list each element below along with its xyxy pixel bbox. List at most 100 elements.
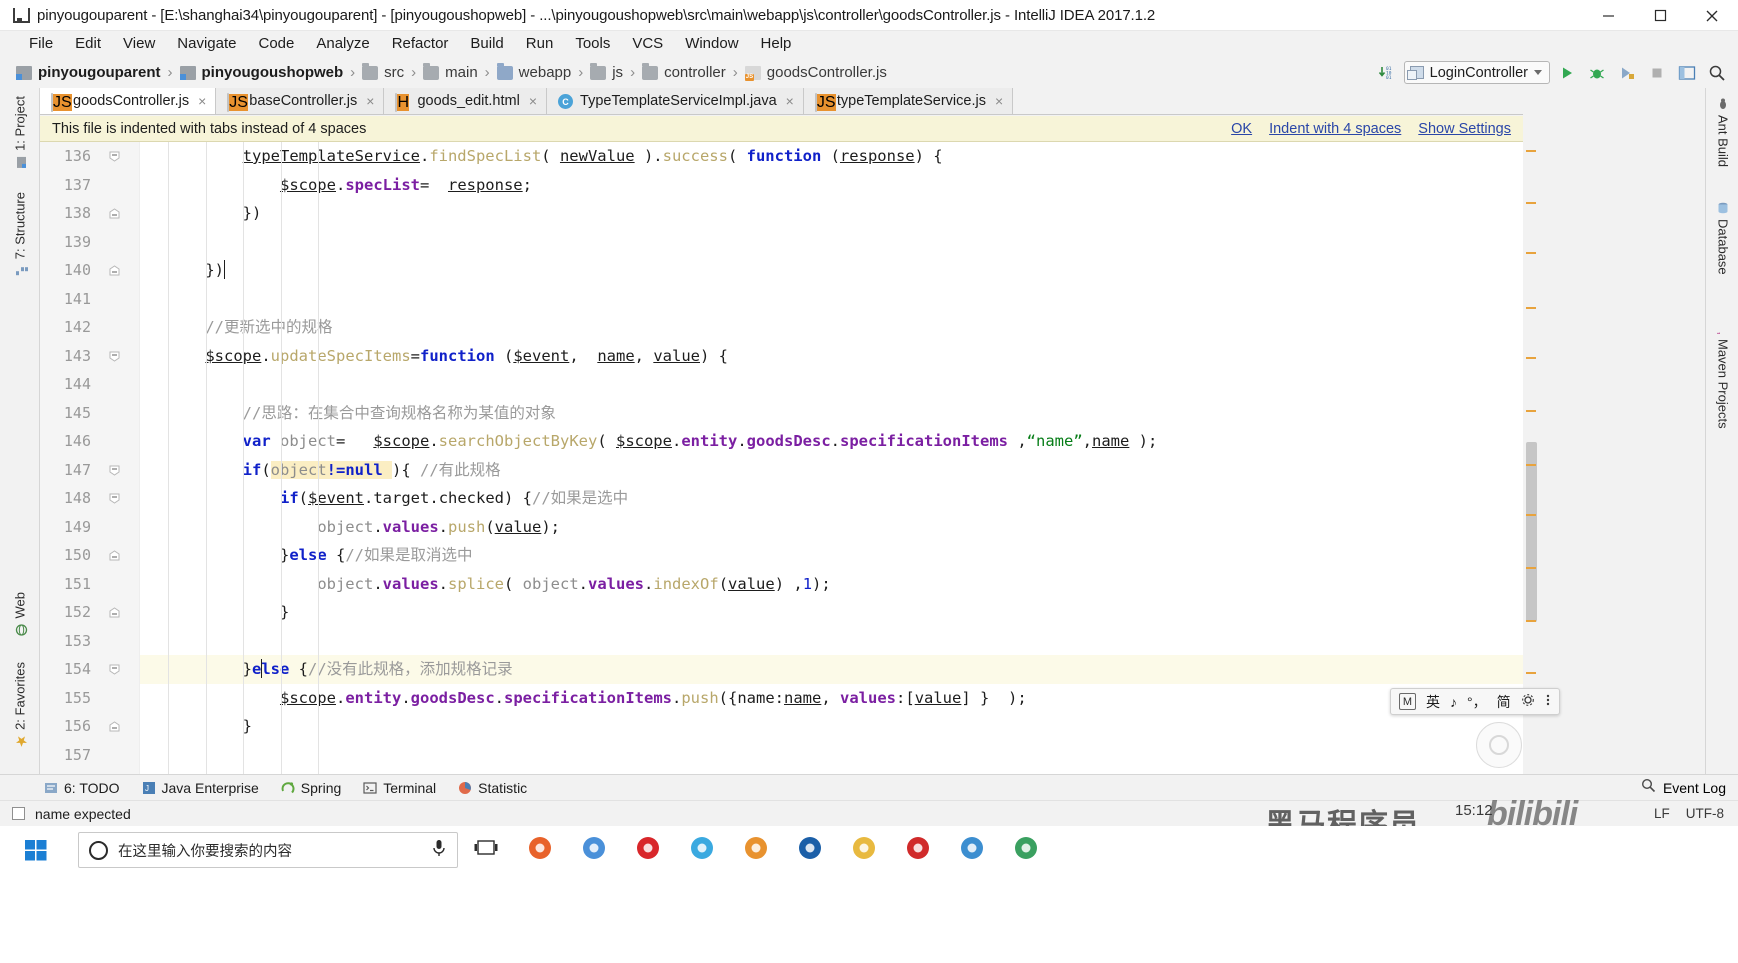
- menu-item-navigate[interactable]: Navigate: [166, 31, 247, 57]
- fold-end-icon[interactable]: [108, 606, 121, 619]
- debug-icon[interactable]: [1584, 61, 1610, 85]
- code-line[interactable]: //更新选中的规格: [140, 313, 1523, 342]
- menu-item-code[interactable]: Code: [247, 31, 305, 57]
- notification-action-indent-with-4-spaces[interactable]: Indent with 4 spaces: [1269, 121, 1401, 137]
- editor-tab-typetemplateservice-js[interactable]: JS typeTemplateService.js ×: [803, 88, 1014, 114]
- line-number[interactable]: 149: [40, 513, 139, 542]
- fold-collapse-icon[interactable]: [108, 663, 121, 676]
- error-stripe-marker[interactable]: [1526, 514, 1536, 516]
- code-line[interactable]: [140, 370, 1523, 399]
- fold-collapse-icon[interactable]: [108, 464, 121, 477]
- windows-start-icon[interactable]: [22, 836, 50, 864]
- code-line[interactable]: [140, 285, 1523, 314]
- fold-collapse-icon[interactable]: [108, 150, 121, 163]
- fold-end-icon[interactable]: [108, 720, 121, 733]
- sidebar-item-project[interactable]: 1: Project: [2, 92, 38, 173]
- editor-gutter[interactable]: 136 137 138 139 140 141 142 143 144 145 146 147 148 1…: [40, 142, 140, 774]
- menu-item-view[interactable]: View: [112, 31, 166, 57]
- breadcrumb-item-main[interactable]: main: [423, 62, 478, 81]
- code-line[interactable]: [140, 741, 1523, 770]
- bottom-tool-statistic[interactable]: Statistic: [458, 780, 527, 796]
- code-line[interactable]: }): [140, 199, 1523, 228]
- maximize-icon[interactable]: [1634, 0, 1686, 31]
- line-number[interactable]: 152: [40, 598, 139, 627]
- close-icon[interactable]: ×: [196, 94, 206, 108]
- editor-code-area[interactable]: typeTemplateService.findSpecList( newVal…: [140, 142, 1523, 774]
- sidebar-item-database[interactable]: Database: [1712, 198, 1734, 279]
- breadcrumb-item-js[interactable]: js: [590, 62, 623, 81]
- notification-action-ok[interactable]: OK: [1231, 121, 1252, 137]
- line-number[interactable]: 156: [40, 712, 139, 741]
- menu-item-file[interactable]: File: [18, 31, 64, 57]
- code-editor[interactable]: 136 137 138 139 140 141 142 143 144 145 146 147 148 1…: [40, 142, 1523, 774]
- line-number[interactable]: 155: [40, 684, 139, 713]
- sidebar-item-favorites[interactable]: 2: Favorites: [2, 658, 38, 752]
- notification-action-show-settings[interactable]: Show Settings: [1418, 121, 1511, 137]
- editor-tab-typetemplateserviceimpl-java[interactable]: C TypeTemplateServiceImpl.java ×: [547, 88, 804, 114]
- menu-item-refactor[interactable]: Refactor: [381, 31, 460, 57]
- code-line[interactable]: [140, 627, 1523, 656]
- line-number[interactable]: 157: [40, 741, 139, 770]
- menu-item-tools[interactable]: Tools: [564, 31, 621, 57]
- line-number[interactable]: 153: [40, 627, 139, 656]
- close-icon[interactable]: [1686, 0, 1738, 31]
- code-line[interactable]: }: [140, 712, 1523, 741]
- line-number[interactable]: 139: [40, 228, 139, 257]
- editor-tab-goodscontroller-js[interactable]: JS goodsController.js ×: [40, 88, 217, 114]
- breadcrumb-item-src[interactable]: src: [362, 62, 404, 81]
- line-number[interactable]: 137: [40, 171, 139, 200]
- error-stripe-marker[interactable]: [1526, 672, 1536, 674]
- fold-collapse-icon[interactable]: [108, 492, 121, 505]
- microphone-icon[interactable]: [431, 838, 447, 863]
- line-number[interactable]: 136: [40, 142, 139, 171]
- code-line[interactable]: }: [140, 598, 1523, 627]
- run-with-coverage-icon[interactable]: [1614, 61, 1640, 85]
- error-stripe-marker[interactable]: [1526, 202, 1536, 204]
- line-number[interactable]: 148: [40, 484, 139, 513]
- sidebar-item-structure[interactable]: 7: Structure: [2, 188, 38, 281]
- ime-width[interactable]: 简: [1497, 692, 1511, 712]
- task-view-icon[interactable]: [470, 830, 502, 866]
- idea-icon[interactable]: [794, 830, 826, 866]
- line-number[interactable]: 142: [40, 313, 139, 342]
- sidebar-item-web[interactable]: Web: [2, 588, 38, 641]
- menu-item-analyze[interactable]: Analyze: [305, 31, 380, 57]
- bottom-tool-terminal[interactable]: Terminal: [363, 780, 436, 796]
- event-log-area[interactable]: Event Log: [1641, 778, 1738, 798]
- code-line[interactable]: typeTemplateService.findSpecList( newVal…: [140, 142, 1523, 171]
- line-number[interactable]: 138: [40, 199, 139, 228]
- taskbar-search-input[interactable]: 在这里输入你要搜索的内容: [78, 832, 458, 868]
- more-icon[interactable]: [1545, 693, 1551, 710]
- line-number[interactable]: 151: [40, 570, 139, 599]
- close-icon[interactable]: ×: [784, 94, 794, 108]
- line-number[interactable]: 141: [40, 285, 139, 314]
- ime-toolbar[interactable]: M 英 ♪ °， 简: [1390, 688, 1560, 715]
- line-number[interactable]: 145: [40, 399, 139, 428]
- run-icon[interactable]: [1554, 61, 1580, 85]
- bottom-tool-java-enterprise[interactable]: J Java Enterprise: [142, 780, 259, 796]
- close-icon[interactable]: ×: [364, 94, 374, 108]
- code-line[interactable]: }else {//如果是取消选中: [140, 541, 1523, 570]
- editor-tab-basecontroller-js[interactable]: JS baseController.js ×: [216, 88, 385, 114]
- breadcrumb-item-controller[interactable]: controller: [642, 62, 726, 81]
- menu-item-build[interactable]: Build: [459, 31, 514, 57]
- code-line[interactable]: if($event.target.checked) {//如果是选中: [140, 484, 1523, 513]
- close-icon[interactable]: ×: [527, 94, 537, 108]
- run-configuration-selector[interactable]: LoginController: [1403, 61, 1550, 84]
- line-number[interactable]: 140: [40, 256, 139, 285]
- layout-icon[interactable]: [1674, 61, 1700, 85]
- code-line[interactable]: if(object!=null ){ //有此规格: [140, 456, 1523, 485]
- encoding-label[interactable]: UTF-8: [1686, 806, 1724, 821]
- error-stripe-marker[interactable]: [1526, 464, 1536, 466]
- menu-item-window[interactable]: Window: [674, 31, 749, 57]
- line-number[interactable]: 147: [40, 456, 139, 485]
- explorer-browser-icon[interactable]: [686, 830, 718, 866]
- file-explorer-icon[interactable]: [848, 830, 880, 866]
- breadcrumb-item-goodscontroller-js[interactable]: goodsController.js: [744, 64, 887, 81]
- code-line[interactable]: $scope.specList= response;: [140, 171, 1523, 200]
- ime-moon-icon[interactable]: ♪: [1450, 694, 1457, 710]
- fold-end-icon[interactable]: [108, 264, 121, 277]
- ime-mode-badge[interactable]: M: [1399, 693, 1416, 710]
- line-number[interactable]: 154: [40, 655, 139, 684]
- editor-tab-goods_edit-html[interactable]: Hgoods_edit.html ×: [384, 88, 548, 114]
